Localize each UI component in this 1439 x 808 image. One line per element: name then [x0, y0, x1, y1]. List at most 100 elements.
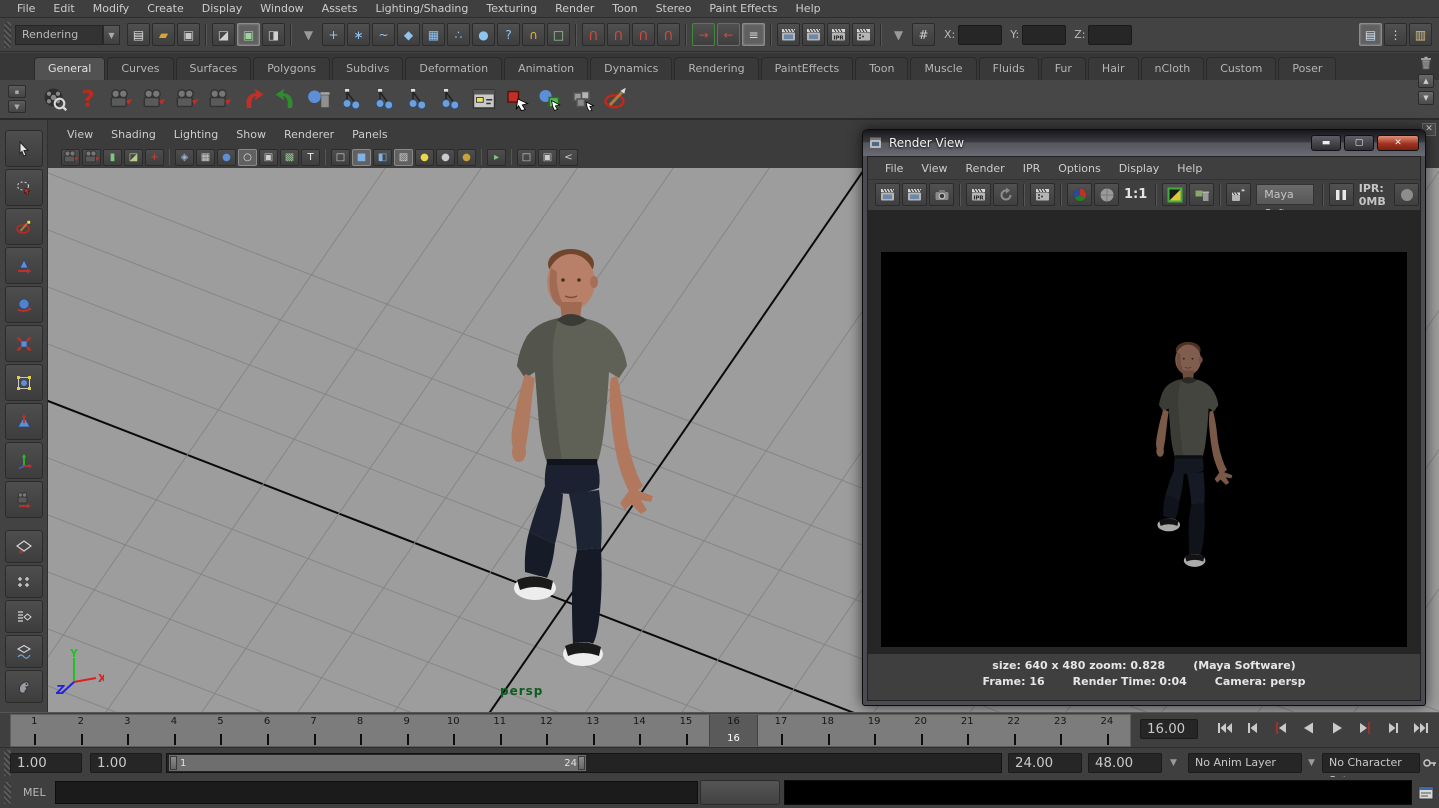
shelf-tab-muscle[interactable]: Muscle: [910, 57, 976, 80]
rv-menu-view[interactable]: View: [912, 160, 956, 177]
texture-placement-icon[interactable]: T: [301, 149, 320, 166]
timeline-frame-9[interactable]: 9: [383, 715, 430, 746]
play-backwards-button[interactable]: [1296, 717, 1322, 741]
rv-menu-options[interactable]: Options: [1049, 160, 1109, 177]
select-object-icon[interactable]: ▣: [237, 23, 260, 46]
render-region-icon[interactable]: [1030, 183, 1055, 206]
isolate-select-icon[interactable]: ▸: [487, 149, 506, 166]
shelf-tab-surfaces[interactable]: Surfaces: [176, 57, 252, 80]
script-editor-icon[interactable]: [1417, 783, 1435, 802]
mask-highlight-icon[interactable]: +: [322, 23, 345, 46]
share-view-icon[interactable]: <: [559, 149, 578, 166]
timeline-frame-23[interactable]: 23: [1037, 715, 1084, 746]
paint-scripts-icon[interactable]: [600, 84, 631, 115]
layout-four-pane[interactable]: [5, 565, 43, 598]
joint-chain-icon-2[interactable]: [369, 84, 400, 115]
timeline-frame-13[interactable]: 13: [570, 715, 617, 746]
panel-menu-show[interactable]: Show: [227, 126, 275, 143]
range-slider[interactable]: 1 24: [166, 753, 1002, 773]
render-settings-icon[interactable]: [852, 23, 875, 46]
attribute-editor-toggle-icon[interactable]: ▤: [1359, 23, 1382, 46]
timeline-frame-1[interactable]: 1: [11, 715, 58, 746]
stop-ipr-icon[interactable]: [1394, 183, 1419, 206]
menu-file[interactable]: File: [8, 0, 44, 17]
panel-camera-icon[interactable]: [61, 149, 80, 166]
menu-help[interactable]: Help: [787, 0, 830, 17]
rv-menu-help[interactable]: Help: [1168, 160, 1211, 177]
shelf-tab-deformation[interactable]: Deformation: [405, 57, 502, 80]
snap-point-icon[interactable]: U: [632, 23, 655, 46]
snap-curve-icon[interactable]: U: [607, 23, 630, 46]
xray-mode-icon[interactable]: ▣: [259, 149, 278, 166]
mask-curves-icon[interactable]: ~: [372, 23, 395, 46]
layout-hypergraph-persp[interactable]: [5, 635, 43, 668]
panel-camera-attrs-icon[interactable]: [82, 149, 101, 166]
joint-chain-icon-4[interactable]: [435, 84, 466, 115]
timeline-frame-19[interactable]: 19: [851, 715, 898, 746]
go-to-start-button[interactable]: [1212, 717, 1238, 741]
shaded-mode-icon[interactable]: ●: [217, 149, 236, 166]
shelf-tab-polygons[interactable]: Polygons: [253, 57, 330, 80]
camera-tumble-icon[interactable]: [105, 84, 136, 115]
menu-display[interactable]: Display: [193, 0, 252, 17]
panel-menu-renderer[interactable]: Renderer: [275, 126, 343, 143]
shelf-trash-icon[interactable]: [1418, 55, 1434, 71]
help-line-icon[interactable]: ?: [72, 84, 103, 115]
joint-chain-icon-3[interactable]: [402, 84, 433, 115]
timeline-frame-11[interactable]: 11: [476, 715, 523, 746]
shelf-tab-subdivs[interactable]: Subdivs: [332, 57, 403, 80]
timeline-frame-22[interactable]: 22: [990, 715, 1037, 746]
menu-texturing[interactable]: Texturing: [477, 0, 546, 17]
panel-menu-lighting[interactable]: Lighting: [165, 126, 227, 143]
character-set-dropdown-icon[interactable]: ▼: [1308, 758, 1315, 768]
timeline-frame-6[interactable]: 6: [244, 715, 291, 746]
shelf-tab-hair[interactable]: Hair: [1088, 57, 1139, 80]
menu-set-value[interactable]: Rendering: [15, 25, 103, 45]
camera-dolly-icon[interactable]: [138, 84, 169, 115]
timeline-frame-24[interactable]: 24: [1084, 715, 1131, 746]
menu-paint-effects[interactable]: Paint Effects: [700, 0, 786, 17]
menu-set-selector[interactable]: Rendering ▼: [15, 25, 120, 45]
panel-menu-panels[interactable]: Panels: [343, 126, 396, 143]
menu-create[interactable]: Create: [138, 0, 193, 17]
lasso-select-tool[interactable]: [5, 169, 43, 206]
go-to-end-button[interactable]: [1408, 717, 1434, 741]
textured-display-icon[interactable]: ◧: [373, 149, 392, 166]
character-model[interactable]: [467, 238, 667, 668]
menu-toon[interactable]: Toon: [603, 0, 646, 17]
panel-menu-shading[interactable]: Shading: [102, 126, 165, 143]
timeline-frame-18[interactable]: 18: [804, 715, 851, 746]
render-current-frame-icon[interactable]: [802, 23, 825, 46]
ipr-render-icon[interactable]: IPR: [827, 23, 850, 46]
clear-image-icon[interactable]: [1189, 183, 1214, 206]
shelf-scroll-down-icon[interactable]: ▼: [1418, 91, 1434, 105]
select-hierarchy-icon[interactable]: ◪: [212, 23, 235, 46]
panel-bookmark-icon[interactable]: ▮: [103, 149, 122, 166]
snap-grid-icon[interactable]: U: [582, 23, 605, 46]
playback-start-field[interactable]: [90, 753, 162, 773]
rv-menu-ipr[interactable]: IPR: [1014, 160, 1050, 177]
close-button[interactable]: ✕: [1377, 135, 1419, 151]
y-coord-input[interactable]: [1022, 25, 1066, 45]
range-slider-bar[interactable]: 1 24: [169, 755, 586, 771]
new-scene-icon[interactable]: ▤: [127, 23, 150, 46]
mask-surfaces-icon[interactable]: ◆: [397, 23, 420, 46]
layout-outliner-persp[interactable]: [5, 600, 43, 633]
default-light-icon[interactable]: ●: [457, 149, 476, 166]
command-language-label[interactable]: MEL: [23, 786, 46, 799]
rotate-tool[interactable]: [5, 286, 43, 323]
hypergraph-icon[interactable]: [468, 84, 499, 115]
camera-zoom-icon[interactable]: [204, 84, 235, 115]
select-tool[interactable]: [5, 130, 43, 167]
pause-ipr-icon[interactable]: [1329, 183, 1354, 206]
shelf-scroll-up-icon[interactable]: ▲: [1418, 74, 1434, 88]
film-gate-icon[interactable]: ▦: [196, 149, 215, 166]
mask-misc-icon[interactable]: ?: [497, 23, 520, 46]
step-back-frame-button[interactable]: [1240, 717, 1266, 741]
timeline-frame-14[interactable]: 14: [616, 715, 663, 746]
shelf-tab-menu-icon[interactable]: ▼: [8, 100, 26, 113]
transform-cursor-icon[interactable]: [501, 84, 532, 115]
shaded-display-icon[interactable]: ■: [352, 149, 371, 166]
range-end-handle[interactable]: [578, 756, 585, 770]
menu-render[interactable]: Render: [546, 0, 603, 17]
